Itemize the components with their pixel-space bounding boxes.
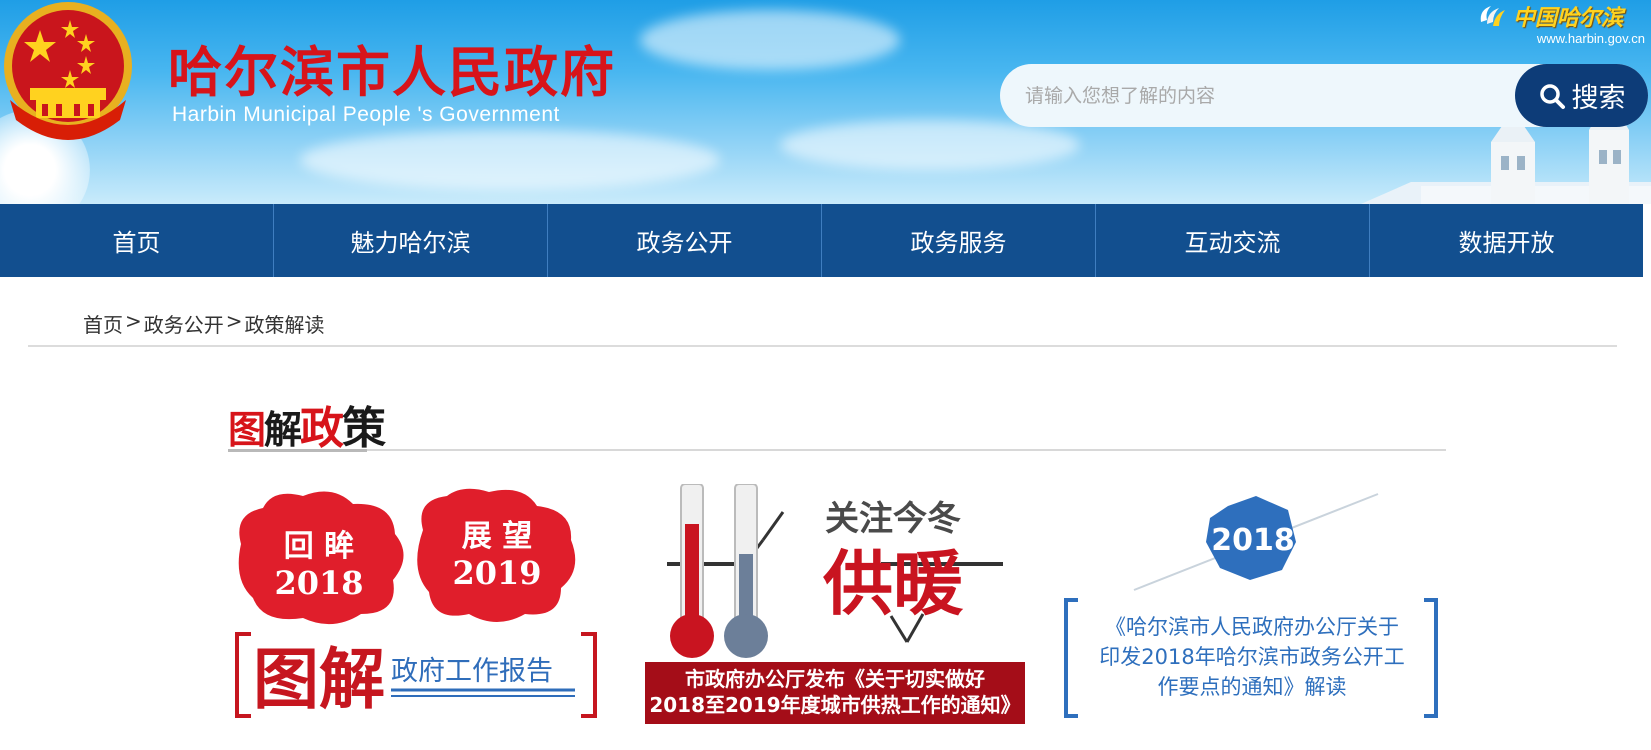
policy-card-transparency[interactable]: 2018 《哈尔滨市人民政府办公厅关于 印发2018年哈尔滨市政务公开工 作要点… xyxy=(1060,484,1445,724)
card2-caption2: 2018至2019年度城市供热工作的通知》 xyxy=(649,693,1020,717)
breadcrumb-separator: > xyxy=(225,309,243,333)
card1-year-left: 2018 xyxy=(274,564,363,602)
nav-item-government-services[interactable]: 政务服务 xyxy=(822,204,1096,277)
card1-look-back: 回 眸 xyxy=(284,529,354,564)
search-button[interactable]: 搜索 xyxy=(1515,64,1648,127)
card2-headline2: 供暖 xyxy=(823,542,964,625)
national-emblem-icon xyxy=(4,2,132,140)
card2-caption1: 市政府办公厅发布《关于切实做好 xyxy=(685,667,985,691)
breadcrumb-separator: > xyxy=(125,309,142,333)
card3-year: 2018 xyxy=(1211,523,1295,558)
brand-logo[interactable]: 中国哈尔滨 www.harbin.gov.cn xyxy=(1477,0,1645,50)
brand-url: www.harbin.gov.cn xyxy=(1536,31,1645,46)
card1-year-right: 2019 xyxy=(452,554,541,592)
transparency-graphic: 2018 《哈尔滨市人民政府办公厅关于 印发2018年哈尔滨市政务公开工 作要点… xyxy=(1064,493,1438,718)
nav-edge xyxy=(1643,204,1651,277)
section-title: 图解政策 xyxy=(228,392,386,456)
card1-look-ahead: 展 望 xyxy=(462,519,532,554)
site-subtitle: Harbin Municipal People 's Government xyxy=(172,103,560,126)
card3-text3: 作要点的通知》解读 xyxy=(1158,675,1347,699)
brand-swirl-icon xyxy=(1480,6,1505,26)
breadcrumb-policy-interpretation[interactable]: 政策解读 xyxy=(245,309,325,338)
site-header: 哈尔滨市人民政府 Harbin Municipal People 's Gove… xyxy=(0,0,1651,204)
policy-card-heating[interactable]: 关注今冬 供暖 市政府办公厅发布《关于切实做好 2018至2019年度城市供热工… xyxy=(645,484,1025,724)
heating-graphic: 关注今冬 供暖 市政府办公厅发布《关于切实做好 2018至2019年度城市供热工… xyxy=(645,484,1025,724)
section-divider xyxy=(228,449,1446,451)
card3-text1: 《哈尔滨市人民政府办公厅关于 xyxy=(1105,615,1399,639)
main-nav: 首页 魅力哈尔滨 政务公开 政务服务 互动交流 数据开放 xyxy=(0,204,1643,277)
breadcrumb-divider xyxy=(28,345,1617,347)
search-input[interactable] xyxy=(1000,64,1520,127)
card1-subtitle: 政府工作报告 xyxy=(391,656,553,687)
cloud xyxy=(640,10,900,70)
nav-item-charm-harbin[interactable]: 魅力哈尔滨 xyxy=(274,204,548,277)
nav-item-home[interactable]: 首页 xyxy=(0,204,274,277)
brand-name: 中国哈尔滨 xyxy=(1513,5,1624,31)
section-divider-accent xyxy=(228,449,367,452)
nav-item-interaction[interactable]: 互动交流 xyxy=(1096,204,1370,277)
breadcrumb: 首页 > 政务公开 > 政策解读 xyxy=(83,309,325,338)
section-title-char: 政 xyxy=(300,403,344,454)
policy-card-work-report[interactable]: 回 眸 2018 展 望 2019 图解 政府工作报告 xyxy=(233,484,613,724)
card3-text2: 印发2018年哈尔滨市政务公开工 xyxy=(1099,645,1404,669)
section-title-char: 策 xyxy=(342,403,386,454)
cloud xyxy=(780,120,1080,170)
search-icon xyxy=(1539,83,1565,109)
card1-tag: 图解 xyxy=(253,640,385,718)
breadcrumb-home[interactable]: 首页 xyxy=(83,309,123,338)
nav-item-government-affairs[interactable]: 政务公开 xyxy=(548,204,822,277)
nav-item-open-data[interactable]: 数据开放 xyxy=(1370,204,1643,277)
search-button-label: 搜索 xyxy=(1571,83,1626,114)
section-title-char: 图 xyxy=(228,407,266,452)
search-box: 搜索 xyxy=(1000,64,1648,127)
section-title-char: 解 xyxy=(264,407,302,452)
breadcrumb-government-affairs[interactable]: 政务公开 xyxy=(144,309,224,338)
card2-headline1: 关注今冬 xyxy=(825,499,961,539)
cloud xyxy=(300,130,720,190)
work-report-graphic: 回 眸 2018 展 望 2019 图解 政府工作报告 xyxy=(235,488,597,718)
site-title: 哈尔滨市人民政府 xyxy=(168,40,616,104)
